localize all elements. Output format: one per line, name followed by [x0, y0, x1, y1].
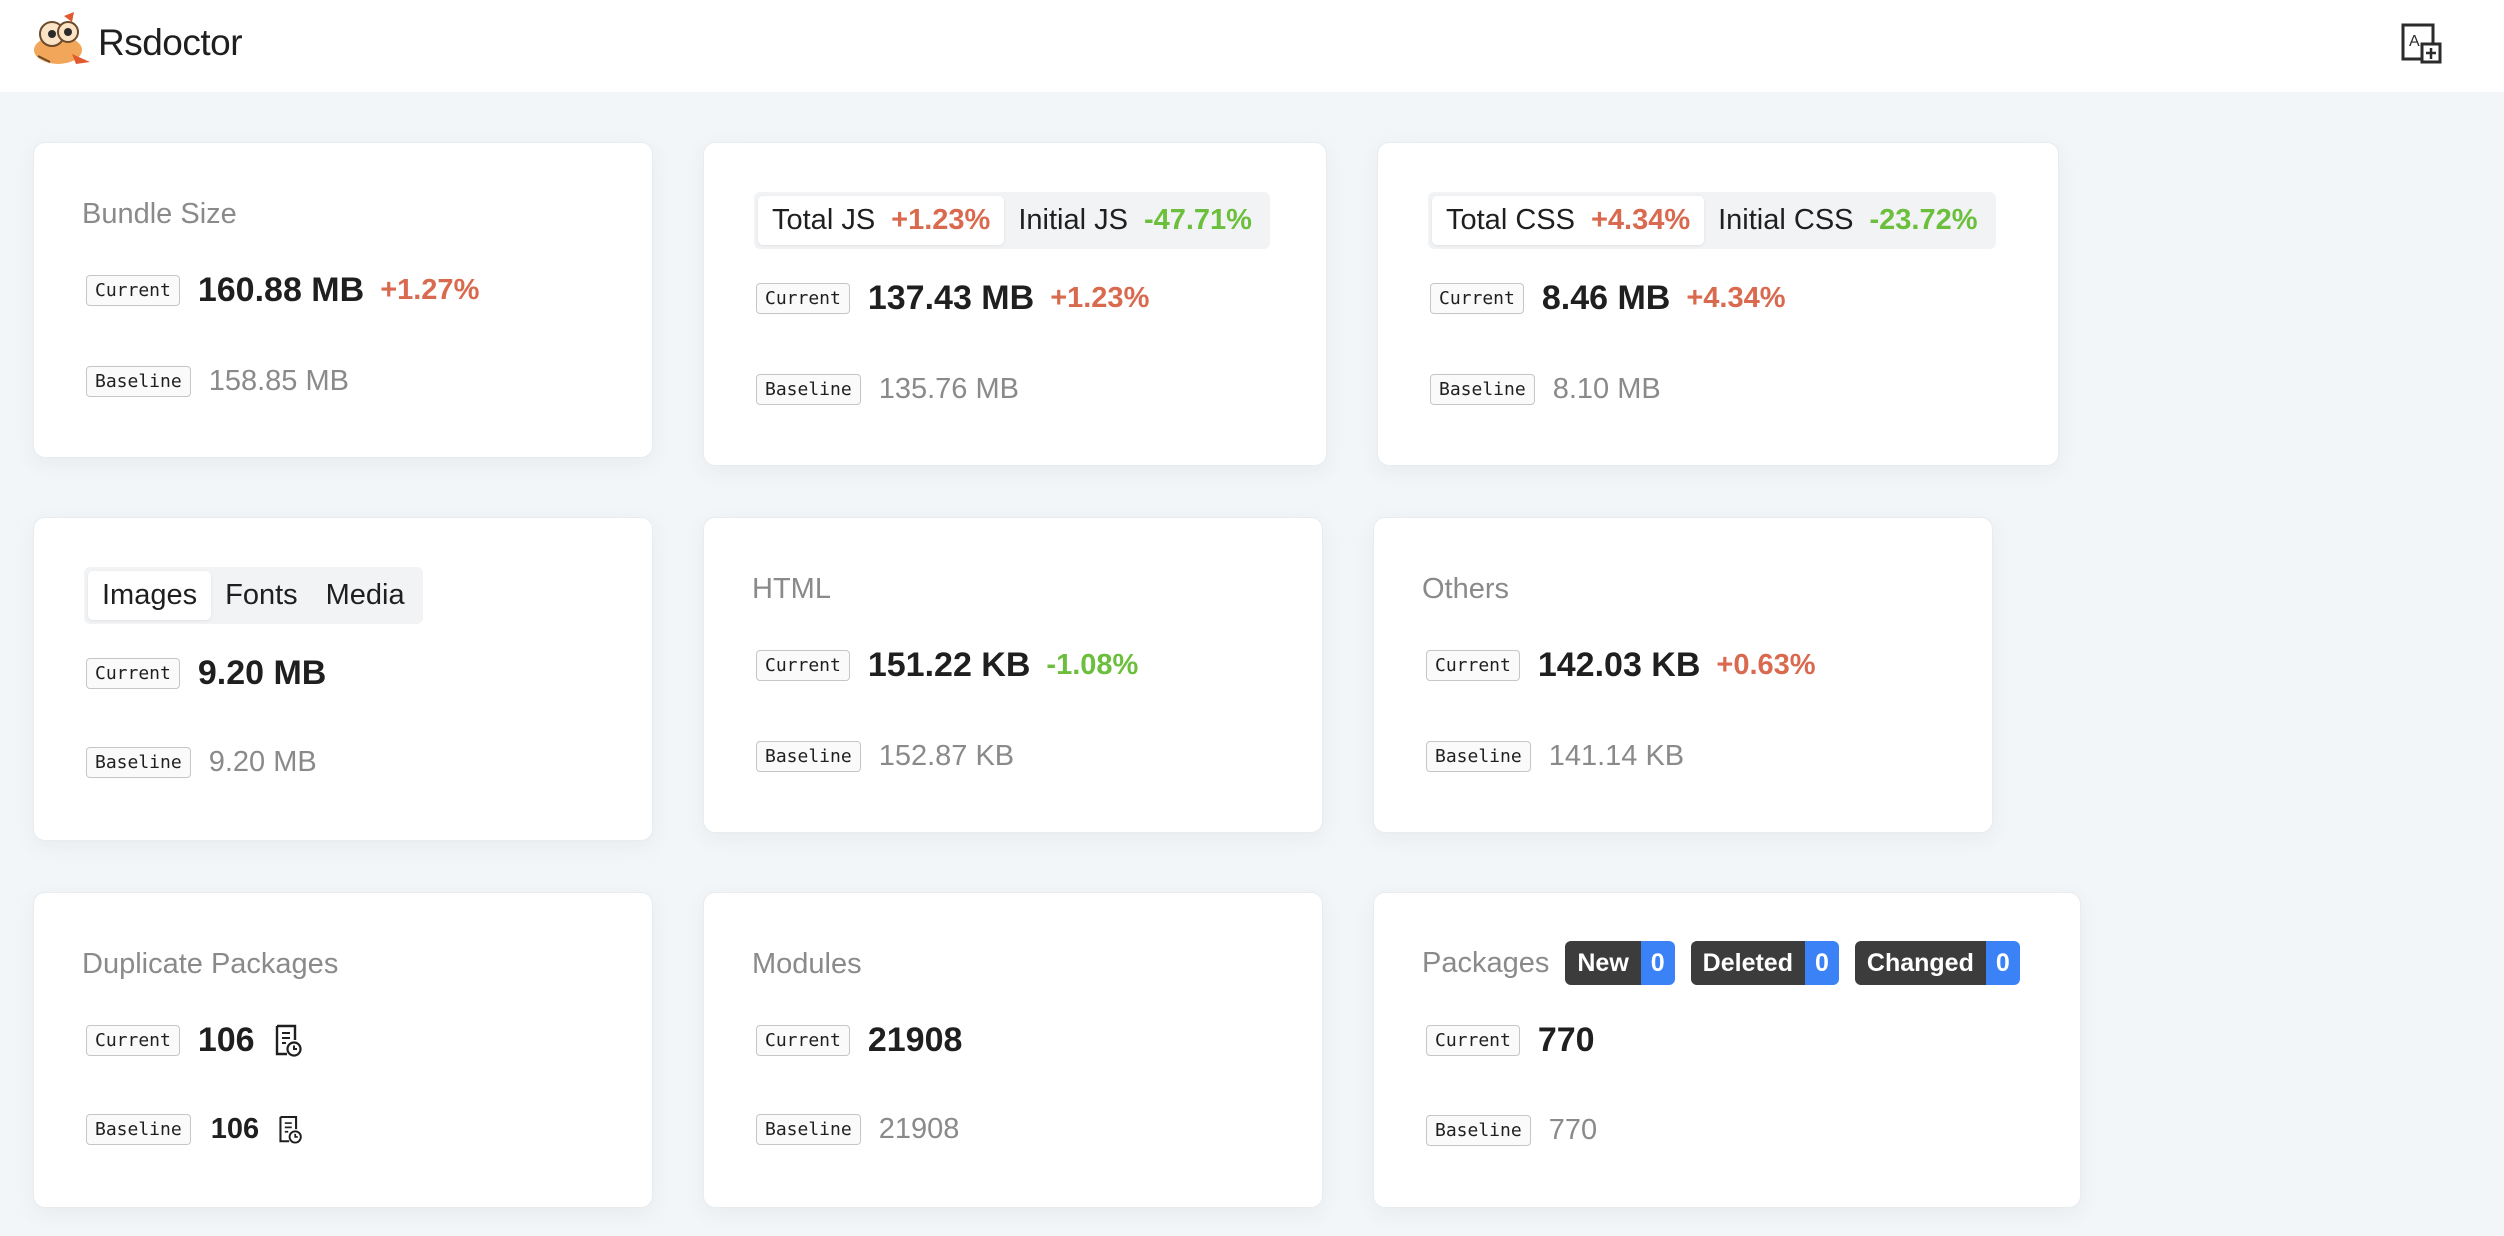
tab-media[interactable]: Media: [312, 571, 419, 620]
packages-card: Packages New 0 Deleted 0 Changed 0 Curre…: [1373, 892, 2081, 1208]
deleted-packages-badge[interactable]: Deleted 0: [1690, 941, 1839, 985]
change-percent: +1.27%: [380, 274, 480, 306]
badge-label: New: [1565, 941, 1641, 985]
baseline-value: 770: [1548, 1114, 1598, 1146]
current-value: 106: [197, 1021, 255, 1059]
baseline-value: 135.76 MB: [878, 373, 1019, 405]
tab-label: Initial JS: [1018, 204, 1128, 236]
baseline-tag: Baseline: [1426, 741, 1531, 772]
tab-label: Initial CSS: [1718, 204, 1854, 236]
card-title: Others: [1422, 573, 1510, 605]
packages-header: Packages New 0 Deleted 0 Changed 0: [1422, 941, 2020, 985]
tab-change: +1.23%: [891, 204, 991, 236]
tab-change: +4.34%: [1590, 204, 1691, 236]
current-tag: Current: [756, 1025, 850, 1056]
tab-fonts[interactable]: Fonts: [211, 571, 312, 620]
badge-count: 0: [1640, 941, 1675, 985]
bundle-size-card: Bundle Size Current 160.88 MB +1.27% Bas…: [33, 142, 653, 458]
tab-total-css[interactable]: Total CSS +4.34%: [1432, 196, 1705, 245]
tab-change: -23.72%: [1869, 204, 1978, 236]
changed-packages-badge[interactable]: Changed 0: [1854, 941, 2020, 985]
translate-icon[interactable]: A: [2400, 22, 2444, 66]
others-size-card: Others Current 142.03 KB +0.63% Baseline…: [1373, 517, 1993, 833]
app-title: Rsdoctor: [98, 22, 243, 63]
tab-total-js[interactable]: Total JS +1.23%: [758, 196, 1005, 245]
current-value: 160.88 MB: [197, 271, 365, 309]
assets-size-card: Images Fonts Media Current 9.20 MB Basel…: [33, 517, 653, 841]
change-percent: +1.23%: [1050, 282, 1150, 314]
baseline-tag: Baseline: [756, 741, 861, 772]
current-value: 142.03 KB: [1537, 646, 1701, 684]
assets-segmented-control: Images Fonts Media: [84, 567, 423, 624]
current-tag: Current: [756, 650, 850, 681]
js-segmented-control: Total JS +1.23% Initial JS -47.71%: [754, 192, 1270, 249]
js-size-card: Total JS +1.23% Initial JS -47.71% Curre…: [703, 142, 1327, 466]
baseline-tag: Baseline: [86, 366, 191, 397]
current-tag: Current: [86, 1025, 180, 1056]
baseline-value: 152.87 KB: [878, 740, 1015, 772]
current-value: 21908: [867, 1021, 963, 1059]
current-value: 151.22 KB: [867, 646, 1031, 684]
tab-label: Total JS: [772, 204, 876, 236]
current-tag: Current: [86, 658, 180, 689]
badge-label: Deleted: [1690, 941, 1805, 985]
top-bar: Rsdoctor A: [0, 0, 2504, 92]
change-percent: -1.08%: [1046, 649, 1139, 681]
current-value: 770: [1537, 1021, 1595, 1059]
rsdoctor-logo-icon: [34, 12, 90, 64]
document-clock-icon[interactable]: [273, 1024, 303, 1058]
current-tag: Current: [1426, 650, 1520, 681]
svg-text:A: A: [2409, 33, 2420, 50]
change-percent: +0.63%: [1716, 649, 1816, 681]
card-title: Duplicate Packages: [82, 948, 339, 980]
tab-images[interactable]: Images: [88, 571, 212, 620]
new-packages-badge[interactable]: New 0: [1565, 941, 1675, 985]
baseline-tag: Baseline: [756, 1114, 861, 1145]
tab-change: -47.71%: [1143, 204, 1252, 236]
tab-label: Total CSS: [1446, 204, 1575, 236]
current-value: 8.46 MB: [1541, 279, 1671, 317]
change-percent: +4.34%: [1686, 282, 1786, 314]
baseline-value: 21908: [878, 1113, 960, 1145]
baseline-tag: Baseline: [86, 747, 191, 778]
card-title: Modules: [752, 948, 862, 980]
current-tag: Current: [86, 275, 180, 306]
card-title: Packages: [1422, 946, 1550, 979]
current-tag: Current: [756, 283, 850, 314]
current-value: 9.20 MB: [197, 654, 327, 692]
card-title: Bundle Size: [82, 198, 237, 230]
baseline-value: 158.85 MB: [208, 365, 349, 397]
modules-card: Modules Current 21908 Baseline 21908: [703, 892, 1323, 1208]
css-size-card: Total CSS +4.34% Initial CSS -23.72% Cur…: [1377, 142, 2059, 466]
current-tag: Current: [1430, 283, 1524, 314]
current-value: 137.43 MB: [867, 279, 1035, 317]
badge-label: Changed: [1854, 941, 1986, 985]
document-clock-icon[interactable]: [277, 1115, 303, 1145]
baseline-value: 106: [210, 1113, 260, 1145]
css-segmented-control: Total CSS +4.34% Initial CSS -23.72%: [1428, 192, 1996, 249]
html-size-card: HTML Current 151.22 KB -1.08% Baseline 1…: [703, 517, 1323, 833]
current-tag: Current: [1426, 1025, 1520, 1056]
baseline-value: 9.20 MB: [208, 746, 317, 778]
baseline-value: 8.10 MB: [1552, 373, 1661, 405]
baseline-tag: Baseline: [1426, 1115, 1531, 1146]
baseline-tag: Baseline: [86, 1114, 191, 1145]
tab-initial-js[interactable]: Initial JS -47.71%: [1004, 196, 1266, 245]
badge-count: 0: [1804, 941, 1839, 985]
card-title: HTML: [752, 573, 831, 605]
duplicate-packages-card: Duplicate Packages Current 106 Baseline …: [33, 892, 653, 1208]
baseline-value: 141.14 KB: [1548, 740, 1685, 772]
baseline-tag: Baseline: [756, 374, 861, 405]
badge-count: 0: [1985, 941, 2020, 985]
tab-initial-css[interactable]: Initial CSS -23.72%: [1704, 196, 1991, 245]
baseline-tag: Baseline: [1430, 374, 1535, 405]
